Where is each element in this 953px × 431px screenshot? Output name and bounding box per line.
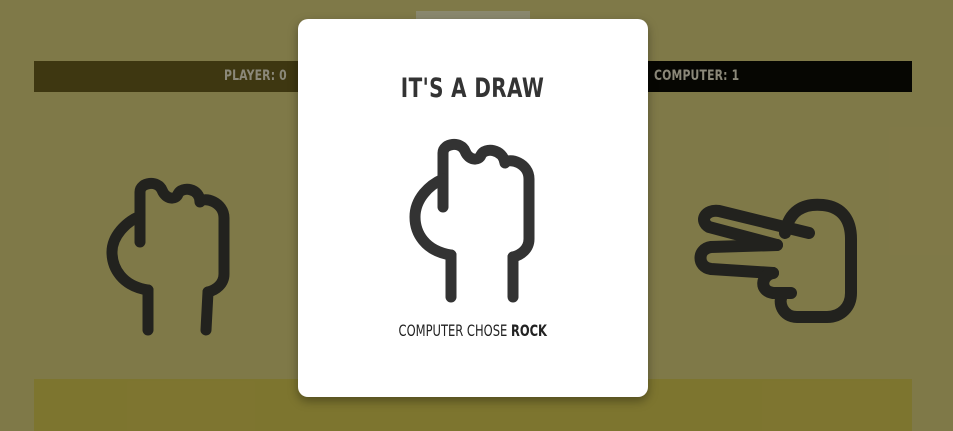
result-title-text: IT'S A DRAW (401, 73, 545, 104)
caption-prefix: COMPUTER CHOSE (398, 321, 508, 340)
result-title: IT'S A DRAW (298, 73, 648, 104)
game-stage: PLAYER: 0 COMPUTER: 1 IT'S A DRAW COMPUT… (0, 0, 953, 431)
rock-icon (409, 139, 535, 303)
result-caption: COMPUTER CHOSE ROCK (298, 321, 648, 340)
computer-choice: ROCK (511, 321, 548, 340)
result-modal[interactable]: IT'S A DRAW COMPUTER CHOSE ROCK (298, 19, 648, 397)
